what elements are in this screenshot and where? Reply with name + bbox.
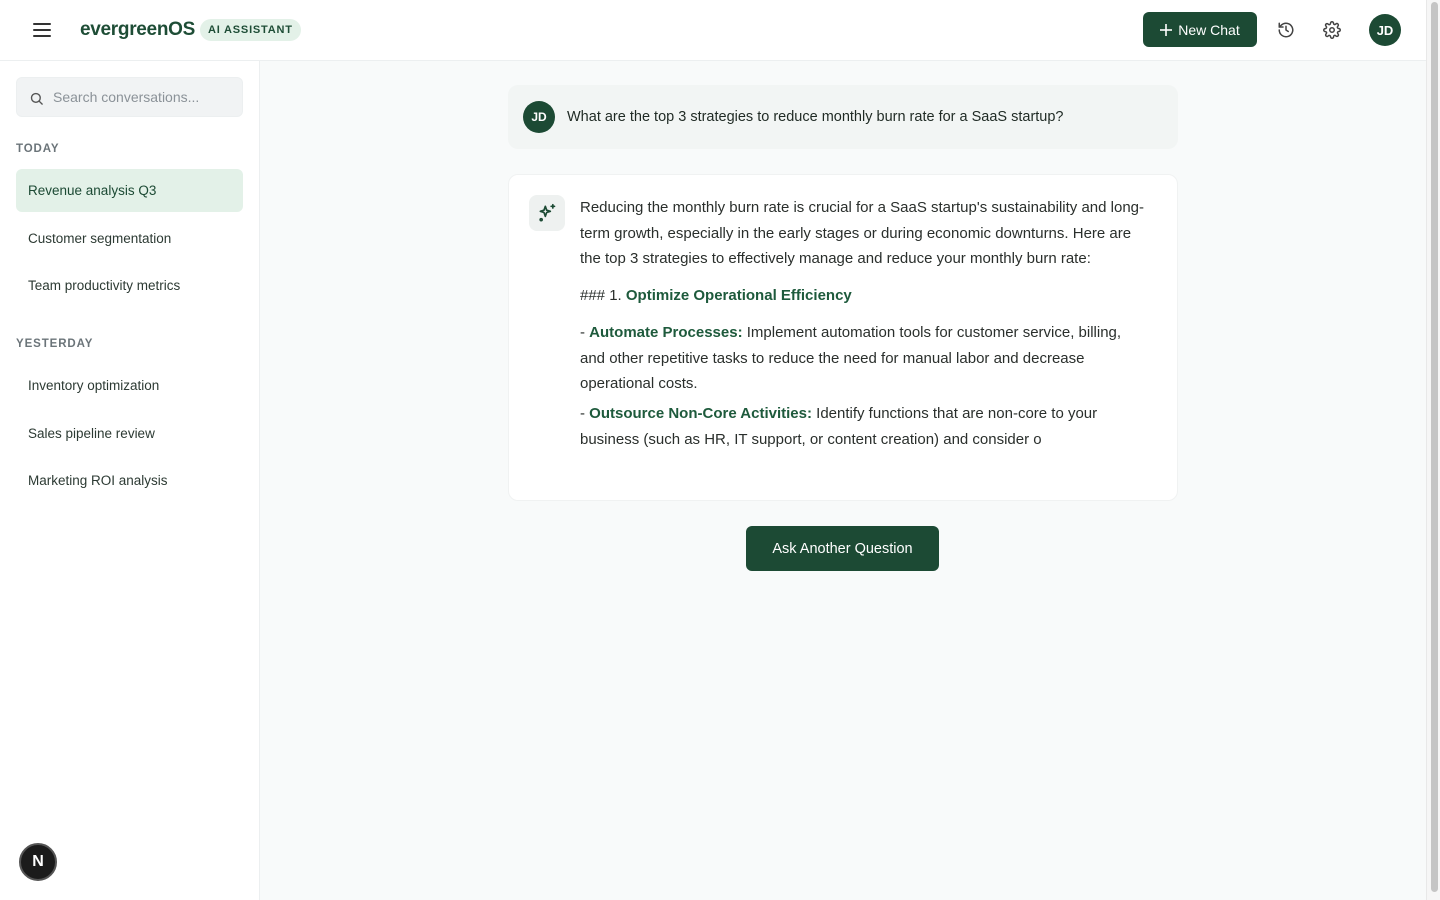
bullet-item: - Outsource Non-Core Activities: Identif… <box>580 401 1145 452</box>
assistant-message-body: Reducing the monthly burn rate is crucia… <box>580 195 1145 456</box>
heading-prefix: ### 1. <box>580 287 626 305</box>
plus-icon <box>1160 23 1173 36</box>
brand-logo: evergreenOS <box>80 19 195 40</box>
new-chat-button[interactable]: New Chat <box>1143 12 1257 47</box>
hamburger-menu-icon[interactable] <box>28 16 56 44</box>
scrollbar[interactable] <box>1426 0 1440 900</box>
section-title-today: TODAY <box>16 143 60 155</box>
conversation-item[interactable]: Customer segmentation <box>16 217 243 260</box>
new-chat-label: New Chat <box>1178 21 1240 38</box>
search-icon <box>29 91 44 111</box>
user-message-avatar: JD <box>523 101 555 133</box>
bullet-item: - Automate Processes: Implement automati… <box>580 320 1145 397</box>
settings-gear-icon[interactable] <box>1318 16 1346 44</box>
search-input[interactable] <box>53 78 238 116</box>
bullet-title: Automate Processes: <box>589 323 743 341</box>
bullet-prefix: - <box>580 404 590 422</box>
conversation-item[interactable]: Team productivity metrics <box>16 264 243 307</box>
scrollbar-thumb[interactable] <box>1431 2 1438 892</box>
bullet-title: Outsource Non-Core Activities: <box>589 404 812 422</box>
search-box[interactable] <box>16 77 243 117</box>
n-logo-badge[interactable]: N <box>19 843 57 881</box>
conversation-item[interactable]: Sales pipeline review <box>16 412 243 455</box>
bullet-prefix: - <box>580 323 590 341</box>
history-icon[interactable] <box>1272 16 1300 44</box>
assistant-message: Reducing the monthly burn rate is crucia… <box>508 174 1178 501</box>
conversation-item-active[interactable]: Revenue analysis Q3 <box>16 169 243 212</box>
conversation-item[interactable]: Marketing ROI analysis <box>16 459 243 502</box>
sidebar: TODAY Revenue analysis Q3 Customer segme… <box>0 61 260 900</box>
ai-assistant-badge: AI ASSISTANT <box>200 19 301 41</box>
heading-text: Optimize Operational Efficiency <box>625 287 852 305</box>
assistant-heading: ### 1. Optimize Operational Efficiency <box>580 283 1145 309</box>
user-message: JD What are the top 3 strategies to redu… <box>508 85 1178 149</box>
assistant-intro: Reducing the monthly burn rate is crucia… <box>580 199 1144 268</box>
user-avatar[interactable]: JD <box>1369 14 1401 46</box>
section-title-yesterday: YESTERDAY <box>16 338 94 350</box>
top-header: evergreenOS AI ASSISTANT New Chat JD <box>0 0 1426 61</box>
sparkles-icon <box>529 195 565 231</box>
user-message-text: What are the top 3 strategies to reduce … <box>567 109 1064 125</box>
ask-another-question-button[interactable]: Ask Another Question <box>746 526 939 571</box>
conversation-item[interactable]: Inventory optimization <box>16 364 243 407</box>
